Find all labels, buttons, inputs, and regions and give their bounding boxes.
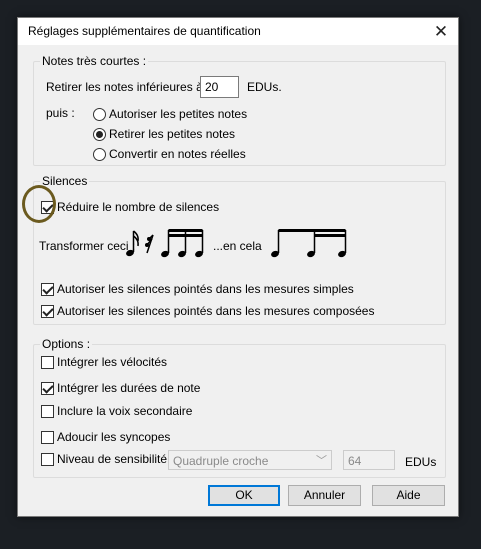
integrate-durations-label[interactable]: Intégrer les durées de note — [57, 381, 200, 395]
help-button[interactable]: Aide — [372, 485, 445, 506]
chevron-down-icon: ﹀ — [316, 455, 327, 467]
include-secondary-voice-label[interactable]: Inclure la voix secondaire — [57, 404, 192, 418]
integrate-velocities-checkbox[interactable] — [41, 356, 54, 369]
radio-allow-grace-notes[interactable] — [93, 108, 106, 121]
sensitivity-select[interactable]: Quadruple croche ﹀ — [168, 450, 332, 470]
threshold-input[interactable]: 20 — [200, 76, 239, 98]
close-icon[interactable]: ✕ — [424, 18, 458, 45]
radio-convert-real-notes-label[interactable]: Convertir en notes réelles — [109, 147, 246, 161]
dotted-rests-simple-checkbox[interactable] — [41, 283, 54, 296]
title-bar: Réglages supplémentaires de quantificati… — [18, 18, 458, 45]
sensitivity-unit-label: EDUs — [405, 455, 437, 469]
integrate-durations-checkbox[interactable] — [41, 382, 54, 395]
short-notes-group-title: Notes très courtes : — [40, 54, 149, 68]
sensitivity-select-value: Quadruple croche — [173, 454, 269, 468]
cancel-button[interactable]: Annuler — [288, 485, 361, 506]
options-group-title: Options : — [40, 337, 93, 351]
sensitivity-label[interactable]: Niveau de sensibilité : — [57, 452, 174, 466]
sensitivity-checkbox[interactable] — [41, 453, 54, 466]
annotation-circle — [22, 185, 56, 223]
dotted-rests-simple-label[interactable]: Autoriser les silences pointés dans les … — [57, 282, 354, 296]
ok-button[interactable]: OK — [208, 485, 280, 506]
quantize-settings-dialog: Réglages supplémentaires de quantificati… — [17, 17, 459, 517]
eighth-and-sixteenth-notes-icon — [271, 229, 347, 258]
integrate-velocities-label[interactable]: Intégrer les vélocités — [57, 355, 167, 369]
dotted-rests-compound-checkbox[interactable] — [41, 305, 54, 318]
short-notes-group: Notes très courtes : Retirer les notes i… — [33, 54, 446, 166]
window-title: Réglages supplémentaires de quantificati… — [28, 24, 261, 38]
sensitivity-value-input[interactable]: 64 — [343, 450, 395, 470]
radio-remove-grace-notes-label[interactable]: Retirer les petites notes — [109, 127, 235, 141]
radio-convert-real-notes[interactable] — [93, 148, 106, 161]
include-secondary-voice-checkbox[interactable] — [41, 405, 54, 418]
transform-label: Transformer ceci : — [39, 239, 136, 253]
then-label: puis : — [46, 106, 75, 120]
into-label: ...en cela — [213, 239, 262, 253]
dotted-rests-compound-label[interactable]: Autoriser les silences pointés dans les … — [57, 304, 374, 318]
radio-allow-grace-notes-label[interactable]: Autoriser les petites notes — [109, 107, 247, 121]
radio-remove-grace-notes[interactable] — [93, 128, 106, 141]
reduce-rests-label[interactable]: Réduire le nombre de silences — [57, 200, 219, 214]
sixteenth-note-and-rest-icon — [126, 229, 204, 258]
remove-notes-label: Retirer les notes inférieures à — [46, 80, 203, 94]
rests-group: Silences Réduire le nombre de silences T… — [33, 174, 446, 325]
soften-syncopations-checkbox[interactable] — [41, 431, 54, 444]
rests-group-title: Silences — [40, 174, 90, 188]
options-group: Options : Intégrer les vélocités Intégre… — [33, 337, 446, 478]
threshold-unit-label: EDUs. — [247, 80, 282, 94]
soften-syncopations-label[interactable]: Adoucir les syncopes — [57, 430, 170, 444]
